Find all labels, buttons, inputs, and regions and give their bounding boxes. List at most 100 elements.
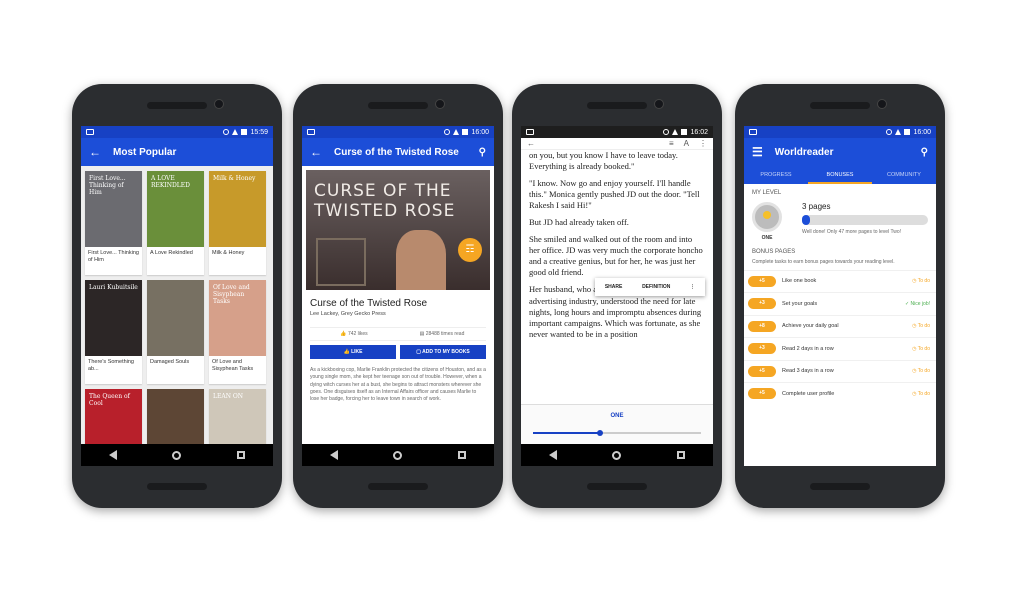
reader-footer: ONE (521, 404, 713, 444)
search-icon[interactable]: ⚲ (921, 147, 928, 158)
bonus-points: +3 (748, 343, 776, 355)
bonus-intro: Complete tasks to earn bonus pages towar… (752, 259, 895, 265)
book-tile[interactable]: Of Love and Sisyphean Tasks Of Love and S… (209, 280, 266, 384)
definition-action[interactable]: DEFINITION (642, 284, 670, 290)
book-title: Curse of the Twisted Rose (310, 298, 428, 309)
book-tile[interactable]: Damaged Souls (147, 280, 204, 384)
wifi-icon (232, 129, 239, 135)
slider-fill (533, 432, 601, 434)
bonus-row[interactable]: +3 Read 2 days in a row ◷ To do (744, 337, 936, 360)
book-cover[interactable] (147, 280, 204, 356)
nav-home-icon[interactable] (393, 450, 403, 460)
bonus-pages-heading: BONUS PAGES (752, 249, 796, 255)
bonus-row[interactable]: +5 Complete user profile ◷ To do (744, 382, 936, 405)
level-note: Well done! Only 47 more pages to level T… (802, 229, 902, 235)
nav-recents-icon[interactable] (237, 451, 246, 459)
add-to-my-books-button[interactable]: ▢ ADD TO MY BOOKS (400, 345, 486, 359)
book-name: First Love... Thinking of Him (88, 250, 139, 263)
back-arrow-icon[interactable]: ← (89, 145, 101, 159)
book-cover[interactable]: A LOVE REKINDLED (147, 171, 204, 247)
book-tile[interactable]: Lauri Kubuitsile There's Something ab... (85, 280, 142, 384)
wifi-icon (453, 129, 460, 135)
menu-icon[interactable]: ☰ (752, 145, 763, 159)
nav-recents-icon[interactable] (458, 451, 467, 459)
nav-back-icon[interactable] (329, 450, 338, 460)
notification-icon (86, 129, 94, 135)
bonus-row[interactable]: +8 Achieve your daily goal ◷ To do (744, 314, 936, 338)
book-cover[interactable]: First Love... Thinking of Him (85, 171, 142, 247)
font-size-icon[interactable]: A (684, 139, 689, 148)
slider-knob[interactable] (597, 430, 604, 436)
tab-bonuses[interactable]: BONUSES (808, 166, 872, 184)
book-tile[interactable] (147, 389, 204, 445)
phone-book-detail: 16:00 ← Curse of the Twisted Rose ⚲ CURS… (293, 84, 503, 508)
book-cover[interactable]: The Queen of Cool (85, 389, 142, 445)
bonus-status-text: To do (917, 345, 930, 352)
book-tile[interactable]: The Queen of Cool (85, 389, 142, 445)
speaker (368, 483, 428, 490)
back-arrow-icon[interactable]: ← (310, 145, 322, 159)
book-name: A Love Rekindled (150, 250, 193, 256)
bonus-row[interactable]: +3 Set your goals ✓ Nice job! (744, 292, 936, 315)
tab-progress[interactable]: PROGRESS (744, 166, 808, 184)
share-icon[interactable]: ⚲ (479, 147, 486, 158)
battery-icon (462, 129, 469, 135)
like-label: LIKE (351, 349, 363, 355)
battery-icon (904, 129, 911, 135)
notification-icon (526, 129, 534, 135)
like-button[interactable]: 👍 LIKE (310, 345, 396, 359)
book-tile[interactable]: First Love... Thinking of Him First Love.… (85, 171, 142, 275)
book-description: As a kickboxing cop, Marlie Franklin pro… (310, 367, 486, 402)
phone-worldreader-bonuses: 16:00 ☰ Worldreader ⚲ PROGRESS BONUSES C… (735, 84, 945, 508)
nav-recents-icon[interactable] (677, 451, 686, 459)
book-cover[interactable]: Milk & Honey (209, 171, 266, 247)
tab-community[interactable]: COMMUNITY (872, 166, 936, 184)
bonus-row[interactable]: +5 Read 3 days in a row ◷ To do (744, 359, 936, 383)
back-arrow-icon[interactable]: ← (527, 139, 535, 148)
app-bar: ← Most Popular (81, 138, 273, 166)
read-book-icon[interactable]: ☶ (458, 238, 482, 262)
nav-back-icon[interactable] (548, 450, 557, 460)
bonus-points: +5 (748, 275, 776, 287)
reading-progress-slider[interactable] (533, 430, 701, 436)
book-cover[interactable]: LEAN ON (209, 389, 266, 445)
screen: 16:02 ← ≡ A ⋮ on you, but you know I hav… (521, 126, 713, 466)
book-cover[interactable] (147, 389, 204, 445)
stage: 15:59 ← Most Popular First Love... Think… (0, 0, 1013, 591)
cover-text: Of Love and Sisyphean Tasks (213, 284, 250, 305)
bonus-task: Read 3 days in a row (782, 368, 834, 375)
status-bar: 16:02 (521, 126, 713, 138)
share-action[interactable]: SHARE (605, 284, 623, 290)
book-name: Milk & Honey (212, 250, 245, 256)
page-title: Most Popular (113, 146, 177, 158)
book-tile[interactable]: A LOVE REKINDLED A Love Rekindled (147, 171, 204, 275)
bonus-status-text: To do (917, 390, 930, 397)
alarm-icon (223, 129, 230, 135)
bonus-row[interactable]: +5 Like one book ◷ To do (744, 269, 936, 293)
notification-icon (307, 129, 315, 135)
nav-home-icon[interactable] (172, 450, 182, 460)
bonus-points: +3 (748, 298, 776, 310)
nav-bar (521, 444, 713, 466)
speaker (147, 102, 207, 109)
book-name: Damaged Souls (150, 359, 190, 365)
reads-text: 28488 times read (425, 331, 465, 337)
bonus-task: Read 2 days in a row (782, 345, 834, 352)
camera (877, 99, 887, 109)
nav-back-icon[interactable] (108, 450, 117, 460)
status-time: 15:59 (250, 128, 268, 136)
nav-home-icon[interactable] (612, 450, 622, 460)
battery-icon (681, 129, 688, 135)
book-tile[interactable]: Milk & Honey Milk & Honey (209, 171, 266, 275)
book-name: Of Love and Sisyphean Tasks (212, 359, 254, 372)
more-icon[interactable]: ⋮ (699, 139, 707, 148)
book-cover[interactable]: Of Love and Sisyphean Tasks (209, 280, 266, 356)
book-tile[interactable]: LEAN ON (209, 389, 266, 445)
bonus-status: ✓ Nice job! (905, 301, 930, 307)
cover-text: Lauri Kubuitsile (89, 284, 138, 291)
status-bar: 16:00 (744, 126, 936, 138)
more-icon[interactable]: ⋮ (690, 284, 695, 290)
toc-icon[interactable]: ≡ (669, 139, 674, 148)
book-cover[interactable]: Lauri Kubuitsile (85, 280, 142, 356)
page-title: Worldreader (774, 146, 834, 158)
